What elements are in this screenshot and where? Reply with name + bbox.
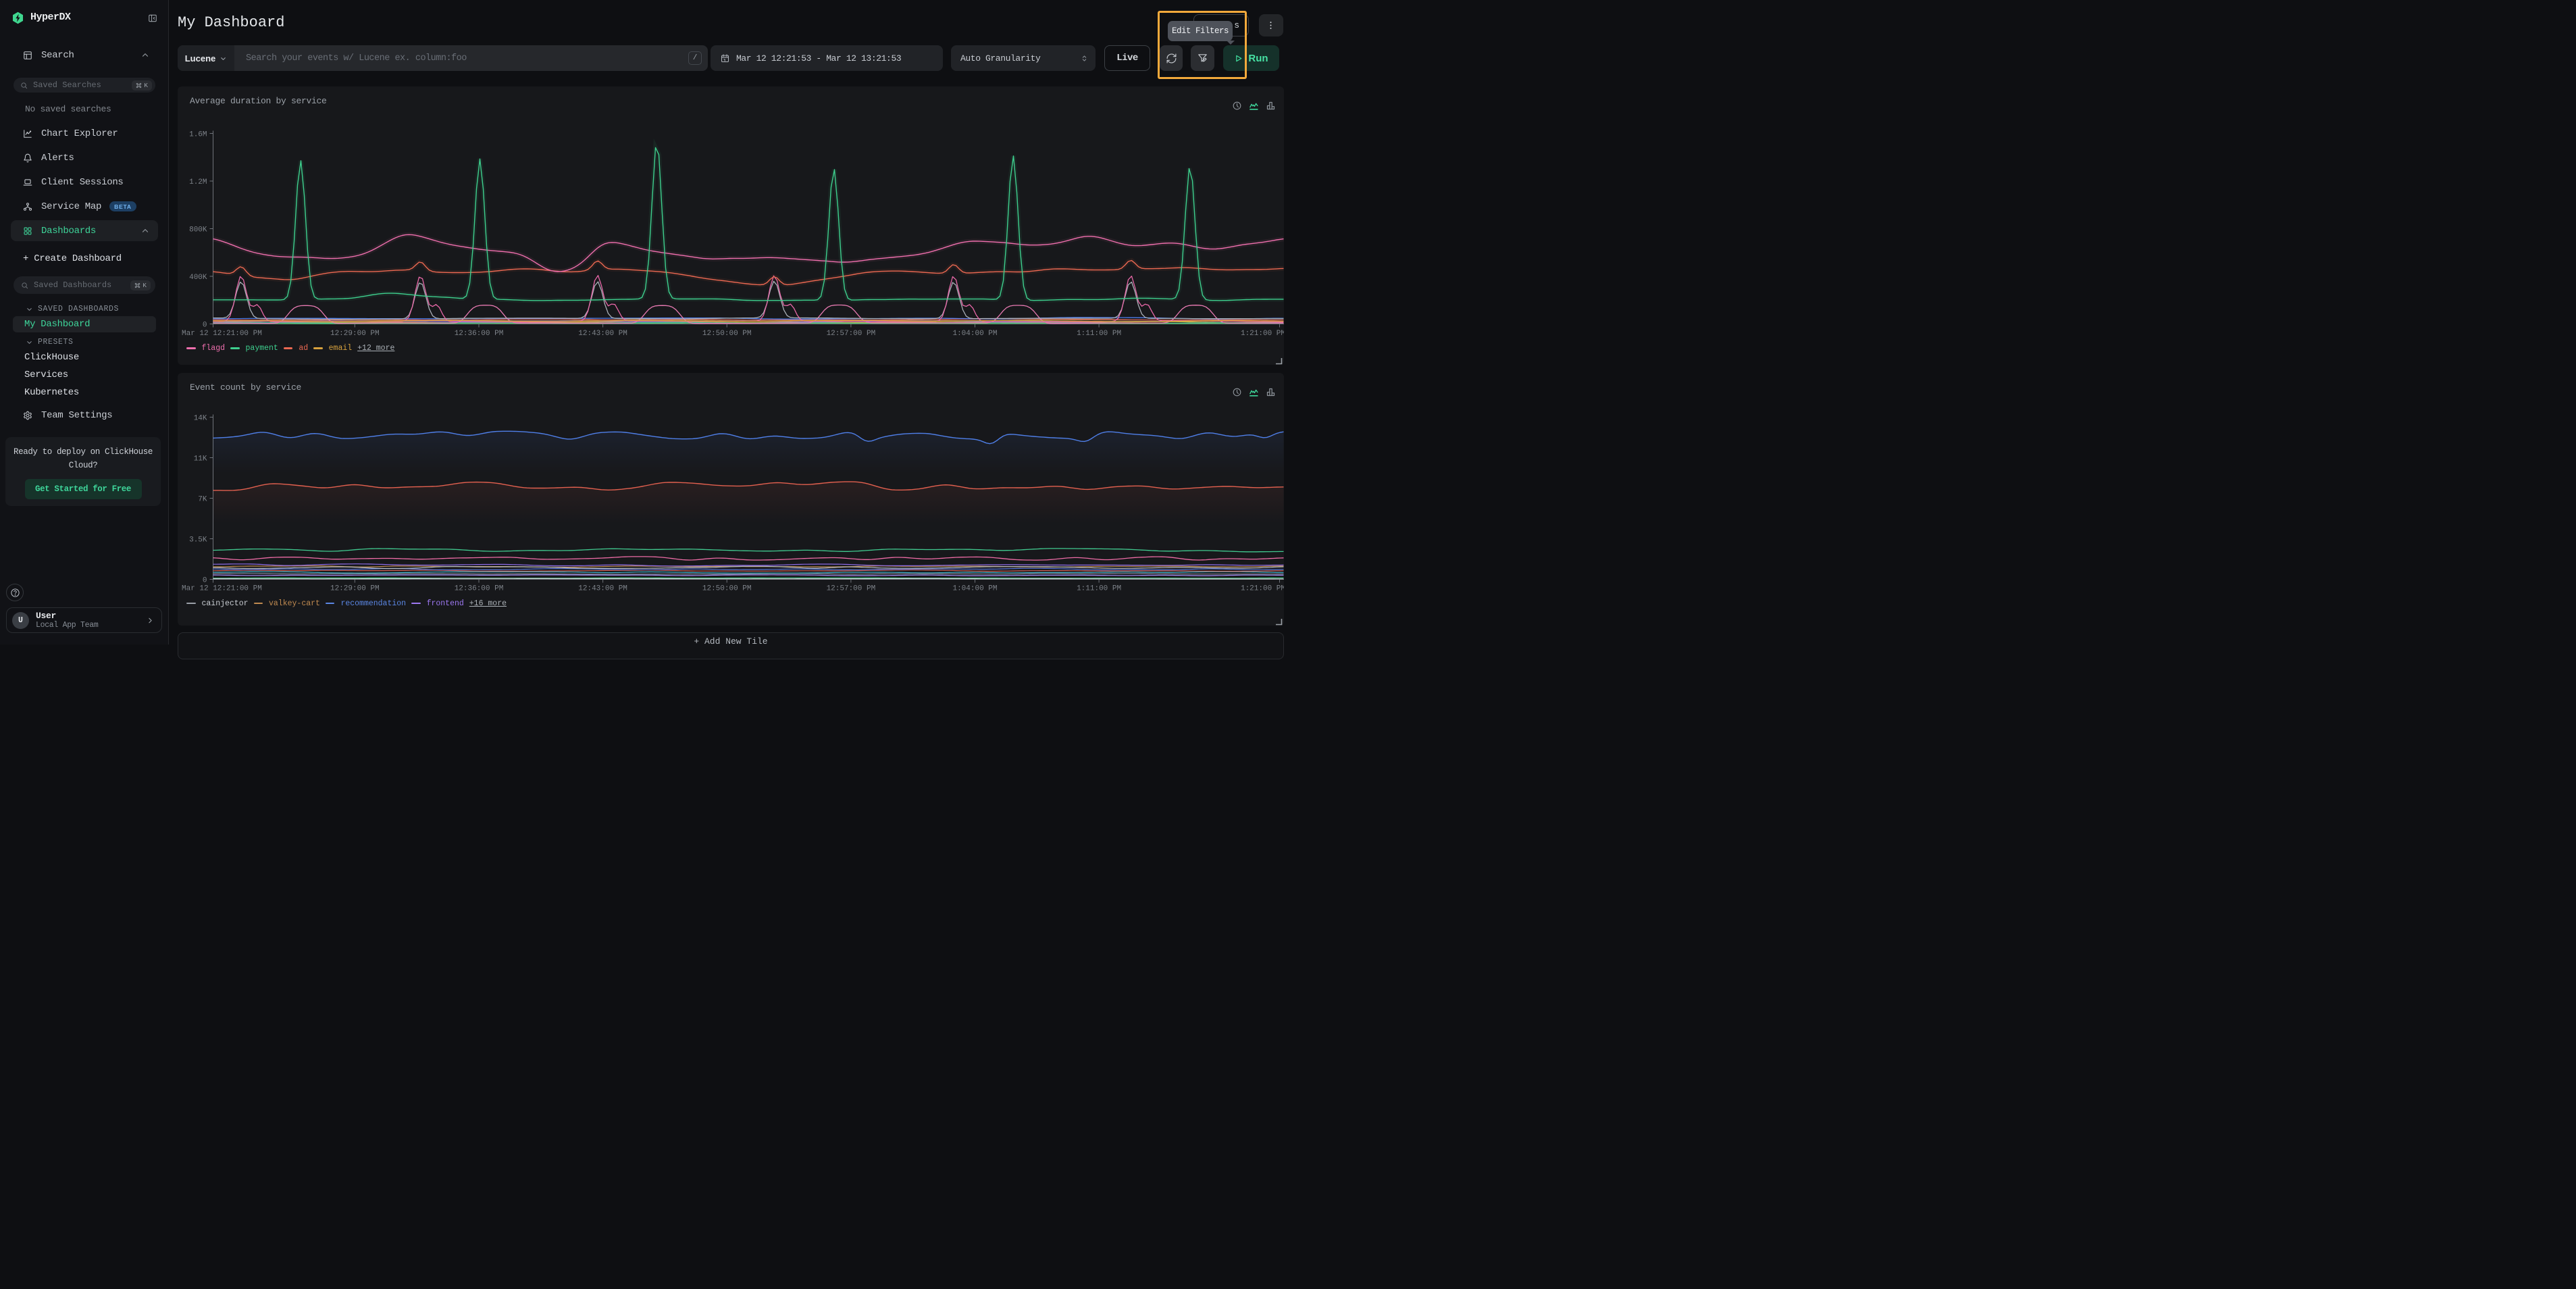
svg-text:12:57:00 PM: 12:57:00 PM [827,330,876,338]
svg-text:1.6M: 1.6M [189,131,207,139]
svg-text:1:21:00 PM: 1:21:00 PM [1241,330,1284,338]
svg-text:0: 0 [203,576,207,584]
svg-text:14K: 14K [194,414,207,422]
svg-text:12:43:00 PM: 12:43:00 PM [578,584,627,592]
svg-text:Mar 12 12:21:00 PM: Mar 12 12:21:00 PM [182,584,262,592]
svg-text:800K: 800K [189,226,207,234]
svg-text:12:36:00 PM: 12:36:00 PM [455,330,504,338]
svg-text:1:04:00 PM: 1:04:00 PM [952,330,997,338]
svg-text:1:11:00 PM: 1:11:00 PM [1077,330,1121,338]
svg-text:7K: 7K [198,495,207,503]
svg-text:1:21:00 PM: 1:21:00 PM [1241,584,1284,592]
svg-text:12:50:00 PM: 12:50:00 PM [702,330,752,338]
svg-text:11K: 11K [194,455,207,463]
svg-text:12:36:00 PM: 12:36:00 PM [455,584,504,592]
svg-text:12:43:00 PM: 12:43:00 PM [578,330,627,338]
svg-text:1.2M: 1.2M [189,178,207,186]
svg-text:1:11:00 PM: 1:11:00 PM [1077,584,1121,592]
svg-text:3.5K: 3.5K [189,536,207,544]
svg-text:12:57:00 PM: 12:57:00 PM [827,584,876,592]
svg-text:Mar 12 12:21:00 PM: Mar 12 12:21:00 PM [182,330,262,338]
svg-text:0: 0 [203,322,207,330]
svg-text:12:50:00 PM: 12:50:00 PM [702,584,752,592]
svg-text:400K: 400K [189,274,207,282]
svg-text:12:29:00 PM: 12:29:00 PM [330,584,380,592]
svg-text:1:04:00 PM: 1:04:00 PM [952,584,997,592]
svg-text:12:29:00 PM: 12:29:00 PM [330,330,380,338]
